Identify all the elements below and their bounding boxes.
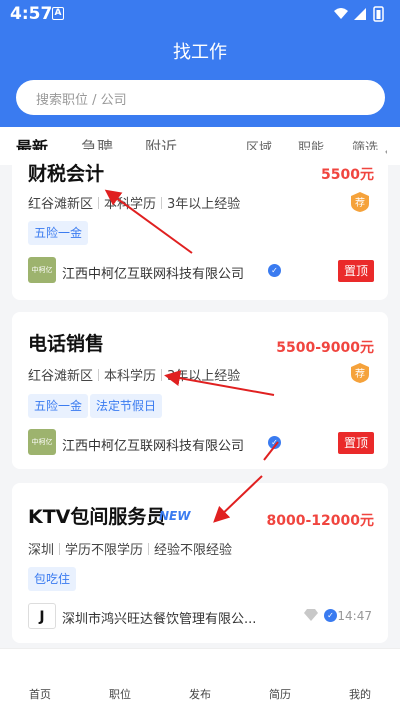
search-input[interactable]: 搜索职位 / 公司: [16, 80, 385, 115]
company-logo: 中柯亿: [28, 429, 56, 455]
job-salary: 5500-9000元: [276, 340, 374, 356]
nav-resume[interactable]: 简历: [255, 686, 305, 702]
job-tag: 法定节假日: [90, 394, 163, 418]
job-card[interactable]: KTV包间服务员 NEW 8000-12000元 深圳 学历不限学历 经验不限经验 …: [12, 483, 388, 643]
job-location: 红谷滩新区: [28, 197, 94, 212]
meta-divider: [59, 543, 61, 555]
status-bar: 4:57 A: [0, 0, 400, 28]
page-title: 找工作: [173, 42, 227, 63]
job-card[interactable]: 电话销售 5500-9000元 荐 红谷滩新区 本科学历 3年以上经验 五险一金 法…: [12, 312, 388, 469]
job-title: 电话销售: [28, 333, 105, 355]
job-title: KTV包间服务员: [28, 506, 166, 528]
company-name: 深圳市鸿兴旺达餐饮管理有限公...: [62, 612, 257, 627]
job-tag: 五险一金: [28, 394, 89, 418]
job-location: 深圳: [28, 543, 55, 558]
job-title: 财税会计: [28, 163, 105, 185]
nav-home[interactable]: 首页: [15, 686, 65, 702]
job-tag: 五险一金: [28, 221, 89, 245]
svg-text:荐: 荐: [355, 368, 365, 380]
bottom-nav: 首页 职位 发布 简历 我的: [0, 648, 400, 710]
company-logo: J: [28, 603, 56, 629]
recommend-icon: 荐: [351, 192, 369, 212]
job-meta: 红谷滩新区 本科学历 3年以上经验: [28, 193, 240, 212]
pinned-badge: 置顶: [338, 260, 374, 282]
meta-divider: [98, 369, 100, 381]
nav-publish[interactable]: 发布: [175, 686, 225, 702]
new-badge: NEW: [159, 509, 191, 523]
job-experience: 经验不限经验: [154, 543, 233, 558]
pinned-badge: 置顶: [338, 432, 374, 454]
verified-icon: ✓: [324, 609, 337, 622]
verified-icon: ✓: [268, 264, 281, 277]
notification-icon: A: [52, 7, 64, 20]
meta-divider: [148, 543, 150, 555]
post-time: 14:47: [337, 609, 372, 623]
job-experience: 3年以上经验: [167, 197, 241, 212]
diamond-icon: [304, 609, 318, 621]
job-salary: 5500元: [321, 167, 374, 183]
system-status-icons: [334, 6, 384, 22]
company-name: 江西中柯亿互联网科技有限公司: [62, 439, 245, 454]
job-card[interactable]: 财税会计 5500元 荐 红谷滩新区 本科学历 3年以上经验 五险一金 中柯亿 江西…: [12, 150, 388, 300]
job-tag: 包吃住: [28, 567, 77, 591]
svg-text:荐: 荐: [355, 197, 365, 209]
job-education: 本科学历: [104, 197, 157, 212]
company-name: 江西中柯亿互联网科技有限公司: [62, 267, 245, 282]
meta-divider: [98, 197, 100, 209]
company-logo: 中柯亿: [28, 257, 56, 283]
verified-icon: ✓: [268, 436, 281, 449]
meta-divider: [161, 197, 163, 209]
nav-profile[interactable]: 我的: [335, 686, 385, 702]
job-experience: 3年以上经验: [167, 369, 241, 384]
status-time: 4:57: [10, 4, 53, 24]
search-placeholder: 搜索职位 / 公司: [36, 93, 127, 108]
recommend-icon: 荐: [351, 363, 369, 383]
header-bar: 4:57 A 找工作 搜索职位 / 公司: [0, 0, 400, 127]
job-meta: 红谷滩新区 本科学历 3年以上经验: [28, 365, 240, 384]
job-location: 红谷滩新区: [28, 369, 94, 384]
job-education: 本科学历: [104, 369, 157, 384]
meta-divider: [161, 369, 163, 381]
job-salary: 8000-12000元: [266, 513, 374, 529]
job-education: 学历不限学历: [65, 543, 144, 558]
nav-jobs[interactable]: 职位: [95, 686, 145, 702]
job-meta: 深圳 学历不限学历 经验不限经验: [28, 539, 232, 558]
